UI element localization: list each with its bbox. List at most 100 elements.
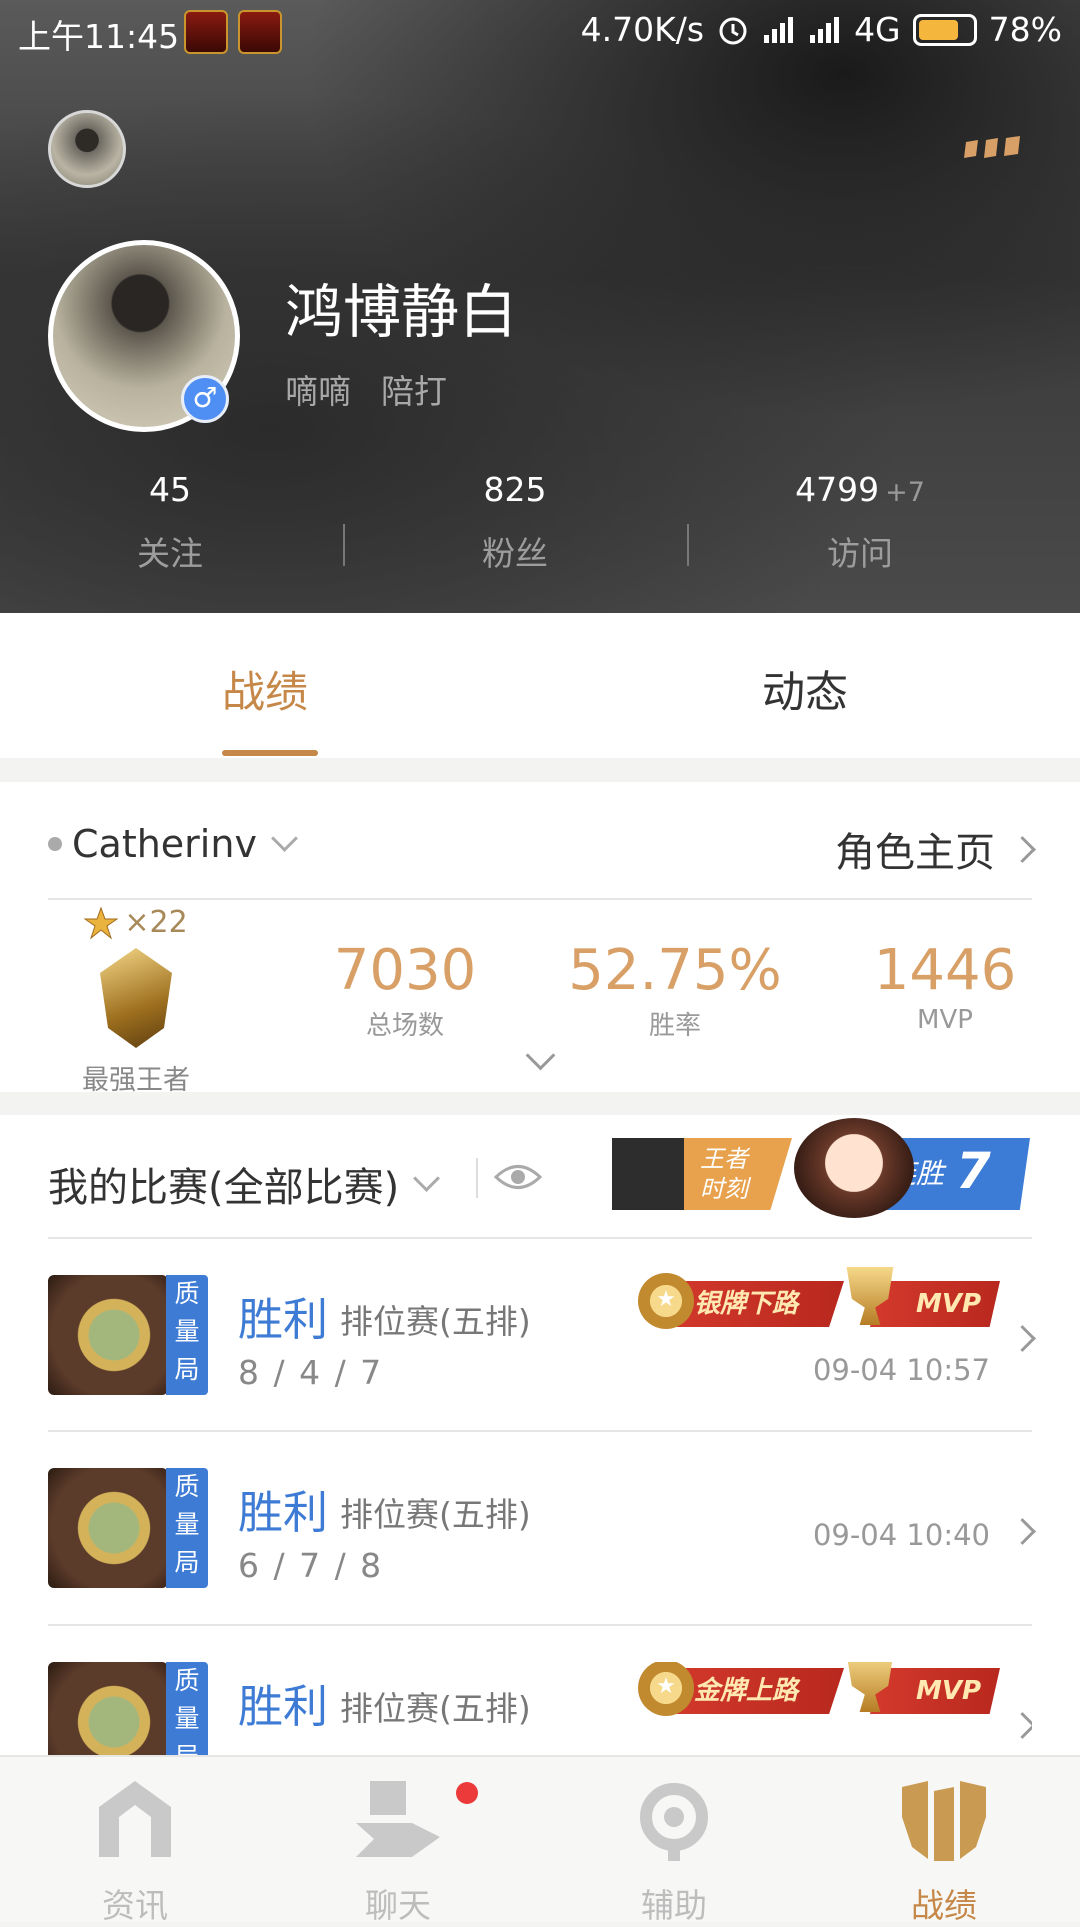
bottom-nav: 资讯 聊天 辅助 战绩: [0, 1755, 1080, 1925]
divider: [48, 898, 1032, 900]
match-result: 胜利: [238, 1293, 329, 1346]
win-rate-stat: 52.75% 胜率: [555, 938, 795, 1042]
signal-icon: [764, 16, 794, 43]
silver-medal-icon: ★: [638, 1273, 694, 1329]
hero-avatar: [48, 1468, 168, 1588]
signal-icon: [810, 16, 840, 43]
match-time: 09-04 10:40: [812, 1518, 990, 1552]
battery-text: 78%: [988, 10, 1062, 49]
hero-avatar: [48, 1275, 168, 1395]
chat-icon: [356, 1781, 440, 1857]
username: 鸿博静白: [285, 278, 518, 346]
divider: [48, 1237, 1032, 1239]
win-rate-value: 52.75%: [568, 938, 782, 1003]
following-label: 关注: [137, 534, 203, 573]
profile-header: 上午11:45 4.70K/s 4G 78% ♂ 鸿博静白 嘀嘀 陪打 45 关…: [0, 0, 1080, 613]
nav-news[interactable]: 资讯: [55, 1777, 215, 1927]
fans-stat[interactable]: 825 粉丝: [345, 470, 685, 575]
star-icon: [84, 906, 119, 939]
profile-tabs: 战绩 动态: [0, 613, 1080, 758]
match-mode: 排位赛(五排): [340, 1689, 531, 1728]
match-filter-label: 我的比赛(全部比赛): [48, 1165, 400, 1211]
fans-count: 825: [483, 470, 547, 509]
visits-increment: +7: [885, 477, 925, 508]
mvp-label: MVP: [917, 1005, 973, 1035]
record-icon: [902, 1781, 986, 1861]
highlight-moments-banner[interactable]: 王者 时刻: [612, 1138, 792, 1210]
chevron-right-icon: [1009, 1518, 1036, 1545]
tab-active-indicator: [222, 750, 318, 756]
role-status-dot: [48, 837, 62, 851]
star-count: ×22: [124, 905, 188, 940]
profile-tag: 陪打: [381, 372, 447, 411]
following-stat[interactable]: 45 关注: [0, 470, 340, 575]
match-time: 09-04 10:57: [812, 1353, 990, 1387]
my-avatar[interactable]: [48, 110, 126, 188]
nav-assist[interactable]: 辅助: [594, 1777, 754, 1927]
chevron-right-icon: [1009, 835, 1036, 863]
banner-text: 王者: [700, 1145, 748, 1173]
match-row[interactable]: 质量局 胜利 排位赛(五排) 8 / 4 / 7 银牌下路 ★ MVP 09-0…: [48, 1267, 1036, 1425]
visits-count: 4799: [795, 470, 880, 509]
role-homepage-link[interactable]: 角色主页: [835, 820, 1036, 878]
match-row[interactable]: 质量局 胜利 排位赛(五排) 金牌上路 ★ MVP: [48, 1662, 1032, 1755]
divider: [48, 1430, 1032, 1432]
more-icon[interactable]: [964, 134, 1024, 160]
match-result: 胜利: [238, 1680, 329, 1733]
chevron-down-icon: [271, 824, 298, 852]
game-app-icon: [184, 10, 228, 54]
assist-icon: [640, 1783, 708, 1861]
network-speed: 4.70K/s: [580, 10, 705, 49]
quality-badge: 质量局: [166, 1275, 208, 1395]
hero-avatar: [48, 1662, 168, 1755]
status-bar: 上午11:45 4.70K/s 4G 78%: [0, 0, 1080, 60]
stat-divider: [687, 524, 689, 566]
total-games-value: 7030: [333, 938, 477, 1003]
eye-icon[interactable]: [494, 1160, 542, 1194]
tab-moments[interactable]: 动态: [762, 658, 848, 720]
tab-records[interactable]: 战绩: [222, 658, 308, 720]
divider: [48, 1624, 1032, 1626]
visits-stat[interactable]: 4799 +7 访问: [690, 470, 1030, 575]
mvp-stat: 1446 MVP: [825, 938, 1065, 1035]
rank-info[interactable]: ×22 最强王者: [48, 905, 224, 1097]
match-row[interactable]: 质量局 胜利 排位赛(五排) 6 / 7 / 8 09-04 10:40: [48, 1468, 1036, 1618]
win-streak-count: 7: [956, 1142, 991, 1200]
following-count: 45: [149, 470, 191, 509]
match-filter[interactable]: 我的比赛(全部比赛): [48, 1155, 441, 1213]
gender-male-icon: ♂: [181, 375, 229, 423]
chevron-right-icon: [1009, 1325, 1036, 1352]
network-type: 4G: [854, 10, 901, 49]
banner-text: 时刻: [700, 1175, 748, 1203]
news-icon: [99, 1781, 171, 1857]
status-right: 4.70K/s 4G 78%: [581, 10, 1062, 49]
total-games-label: 总场数: [365, 1011, 444, 1041]
rank-name: 最强王者: [82, 1065, 190, 1096]
fans-label: 粉丝: [482, 534, 548, 573]
nav-records[interactable]: 战绩: [864, 1777, 1024, 1927]
match-kda: 8 / 4 / 7: [238, 1353, 384, 1392]
hero-character-icon: [794, 1118, 914, 1218]
profile-tags: 嘀嘀 陪打: [285, 365, 447, 413]
role-homepage-label: 角色主页: [835, 830, 995, 876]
mvp-value: 1446: [873, 938, 1017, 1003]
rank-emblem-icon: [100, 948, 172, 1048]
visits-label: 访问: [827, 534, 893, 573]
role-name: Catherinv: [72, 822, 257, 866]
battery-icon: [912, 13, 977, 46]
unread-badge: [456, 1782, 478, 1804]
match-kda: 6 / 7 / 8: [238, 1546, 384, 1585]
alarm-icon: [719, 17, 747, 44]
match-result: 胜利: [238, 1486, 329, 1539]
role-selector[interactable]: Catherinv: [48, 822, 298, 866]
nav-chat[interactable]: 聊天: [318, 1777, 478, 1927]
win-rate-label: 胜率: [648, 1011, 701, 1041]
profile-tag: 嘀嘀: [285, 372, 351, 411]
chevron-right-icon: [1009, 1712, 1032, 1739]
quality-badge: 质量局: [166, 1468, 208, 1588]
match-mode: 排位赛(五排): [340, 1302, 531, 1341]
quality-badge: 质量局: [166, 1662, 208, 1755]
game-app-icon: [238, 10, 282, 54]
chevron-down-icon: [413, 1164, 441, 1192]
total-games-stat: 7030 总场数: [285, 938, 525, 1042]
